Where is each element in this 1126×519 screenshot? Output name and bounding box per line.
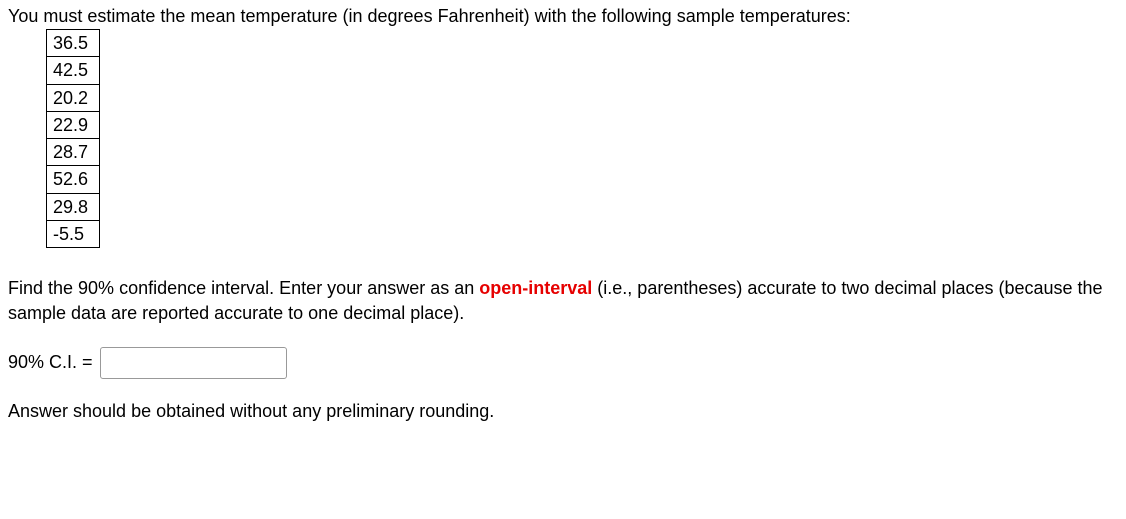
table-row: 28.7 [47,139,100,166]
table-cell: 22.9 [47,111,100,138]
answer-label: 90% C.I. = [8,352,93,373]
table-row: 52.6 [47,166,100,193]
answer-row: 90% C.I. = [8,347,1118,379]
table-cell: 52.6 [47,166,100,193]
table-row: 22.9 [47,111,100,138]
table-cell: 28.7 [47,139,100,166]
table-row: 29.8 [47,193,100,220]
note-text: Answer should be obtained without any pr… [8,401,1118,422]
table-row: -5.5 [47,221,100,248]
instructions-prefix: Find the 90% confidence interval. Enter … [8,278,479,298]
table-cell: -5.5 [47,221,100,248]
table-row: 42.5 [47,57,100,84]
table-row: 36.5 [47,30,100,57]
open-interval-label: open-interval [479,278,592,298]
table-cell: 42.5 [47,57,100,84]
table-cell: 20.2 [47,84,100,111]
table-row: 20.2 [47,84,100,111]
confidence-interval-input[interactable] [100,347,287,379]
table-cell: 29.8 [47,193,100,220]
intro-text: You must estimate the mean temperature (… [8,6,1118,27]
instructions-text: Find the 90% confidence interval. Enter … [8,276,1108,325]
sample-data-table: 36.5 42.5 20.2 22.9 28.7 52.6 29.8 -5.5 [46,29,100,248]
table-cell: 36.5 [47,30,100,57]
